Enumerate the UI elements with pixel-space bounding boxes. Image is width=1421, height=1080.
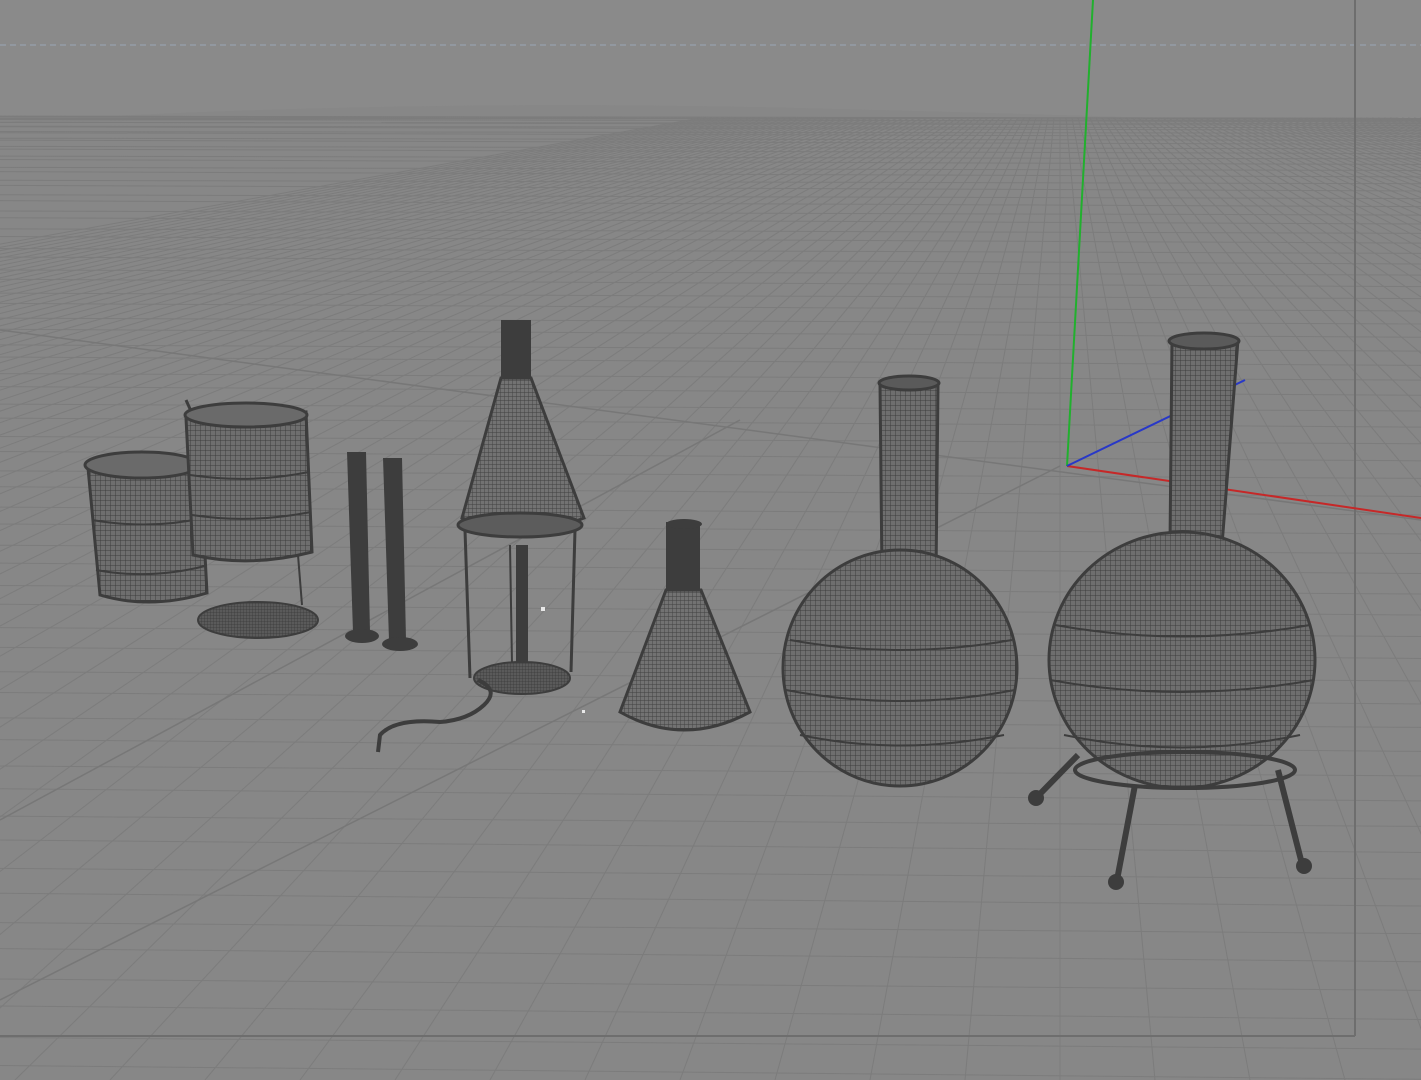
vertex-marker [582, 710, 585, 713]
viewport-canvas[interactable] [0, 0, 1421, 1080]
3d-viewport[interactable] [0, 0, 1421, 1080]
vertex-marker [541, 607, 545, 611]
